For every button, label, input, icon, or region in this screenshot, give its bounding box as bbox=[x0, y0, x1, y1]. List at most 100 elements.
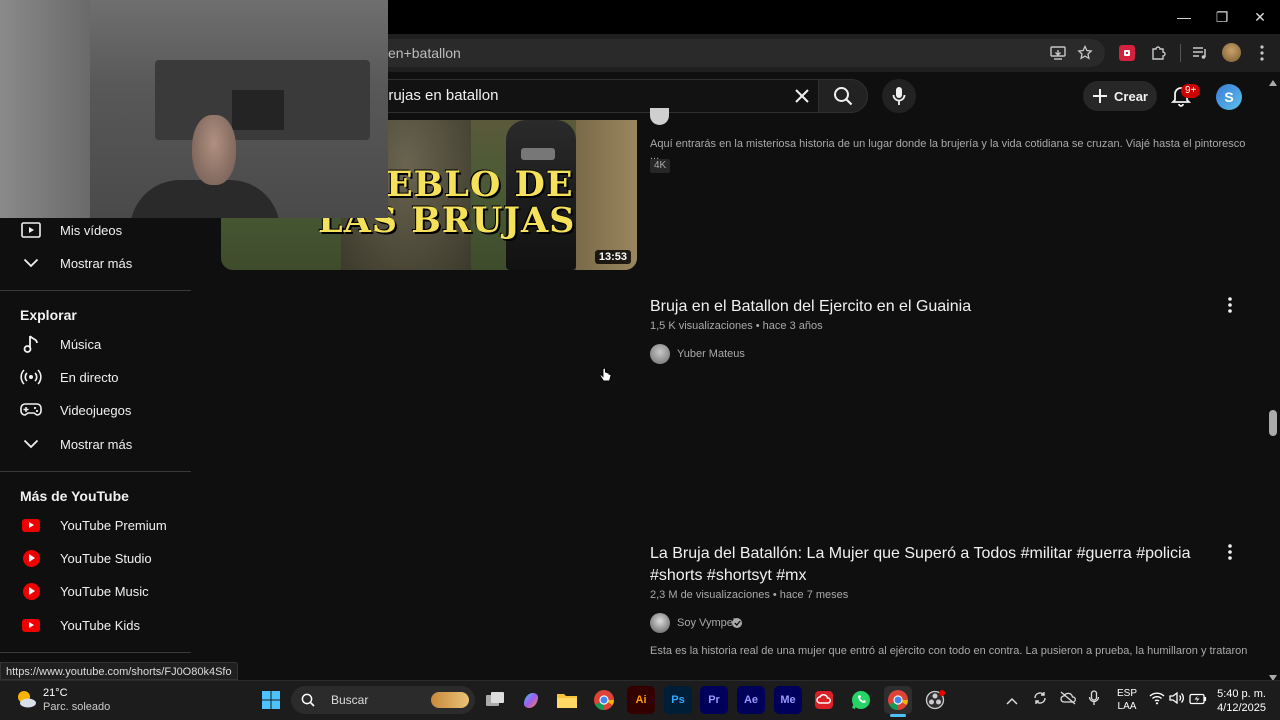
chrome-menu-icon[interactable] bbox=[1251, 42, 1273, 64]
sidebar-item-gaming[interactable]: Videojuegos bbox=[0, 394, 205, 426]
wifi-icon[interactable] bbox=[1149, 691, 1165, 710]
thumbnail-belt bbox=[521, 148, 555, 160]
file-explorer-icon[interactable] bbox=[553, 686, 581, 714]
extensions-puzzle-icon[interactable] bbox=[1147, 42, 1169, 64]
search-button[interactable] bbox=[818, 79, 868, 113]
clear-search-icon[interactable] bbox=[790, 84, 814, 108]
verified-check-icon bbox=[732, 618, 742, 628]
channel-name-2[interactable]: Yuber Mateus bbox=[677, 348, 745, 360]
close-window-button[interactable]: ✕ bbox=[1241, 0, 1279, 34]
media-encoder-icon[interactable]: Me bbox=[774, 686, 802, 714]
sidebar-item-label: Música bbox=[60, 336, 102, 352]
input-language[interactable]: ESP LAA bbox=[1117, 687, 1137, 713]
weather-sun-icon[interactable] bbox=[15, 688, 37, 710]
sidebar-show-more-2[interactable]: Mostrar más bbox=[0, 428, 205, 460]
chevron-down-icon bbox=[20, 433, 42, 455]
scroll-up-arrow-icon[interactable] bbox=[1268, 74, 1278, 92]
extension-red-icon[interactable] bbox=[1116, 42, 1138, 64]
sidebar-item-label: Videojuegos bbox=[60, 402, 132, 418]
quality-badge-4k: 4K bbox=[650, 159, 671, 173]
search-highlight-image bbox=[431, 692, 469, 708]
after-effects-icon[interactable]: Ae bbox=[737, 686, 765, 714]
hand-cursor-icon bbox=[599, 367, 612, 388]
media-queue-icon[interactable] bbox=[1189, 42, 1211, 64]
video-title-3-line-1[interactable]: La Bruja del Batallón: La Mujer que Supe… bbox=[650, 543, 1210, 565]
thumbnail-tree-trunk bbox=[576, 120, 637, 270]
sidebar-item-youtube-studio[interactable]: YouTube Studio bbox=[0, 542, 205, 574]
input-language-layout: LAA bbox=[1117, 701, 1137, 712]
taskbar-clock[interactable]: 5:40 p. m. 4/12/2025 bbox=[1214, 687, 1266, 715]
video-title-2[interactable]: Bruja en el Batallon del Ejercito en el … bbox=[650, 296, 1210, 318]
windows-start-icon[interactable] bbox=[257, 686, 285, 714]
minimize-button[interactable]: — bbox=[1165, 0, 1203, 34]
webcam-dark-object bbox=[232, 90, 284, 130]
webcam-overlay bbox=[0, 0, 388, 218]
photoshop-icon[interactable]: Ps bbox=[664, 686, 692, 714]
gamepad-icon bbox=[20, 399, 42, 421]
chrome-icon[interactable] bbox=[590, 686, 618, 714]
channel-name-3[interactable]: Soy Vympel bbox=[677, 617, 735, 629]
premiere-icon[interactable]: Pr bbox=[700, 686, 728, 714]
copilot-icon[interactable] bbox=[517, 686, 545, 714]
sidebar-item-youtube-kids[interactable]: YouTube Kids bbox=[0, 609, 205, 641]
tray-overflow-chevron-icon[interactable] bbox=[1006, 692, 1018, 710]
sidebar-item-youtube-music[interactable]: YouTube Music bbox=[0, 575, 205, 607]
restore-button[interactable]: ❐ bbox=[1203, 0, 1241, 34]
video-meta-3: 2,3 M de visualizaciones • hace 7 meses bbox=[650, 589, 849, 601]
youtube-kids-icon bbox=[20, 614, 42, 636]
whatsapp-icon[interactable] bbox=[847, 686, 875, 714]
search-input[interactable]: brujas en batallon bbox=[380, 87, 498, 104]
sidebar-item-youtube-premium[interactable]: YouTube Premium bbox=[0, 509, 205, 541]
create-button[interactable]: Crear bbox=[1083, 81, 1157, 111]
video-title-3-line-2[interactable]: #shorts #shortsyt #mx bbox=[650, 565, 1210, 587]
sidebar-divider bbox=[0, 290, 191, 291]
sidebar-item-my-videos[interactable]: Mis vídeos bbox=[0, 214, 205, 246]
account-avatar-letter: S bbox=[1224, 89, 1234, 105]
cloud-offline-icon[interactable] bbox=[1059, 690, 1077, 711]
video-duration: 13:53 bbox=[594, 250, 631, 264]
weather-temp[interactable]: 21°C bbox=[43, 687, 68, 699]
sidebar-item-label: Mostrar más bbox=[60, 436, 133, 452]
taskbar-search[interactable]: Buscar bbox=[291, 686, 475, 714]
illustrator-icon[interactable]: Ai bbox=[627, 686, 655, 714]
omnibox-url[interactable]: en+batallon bbox=[388, 45, 461, 61]
microphone-icon bbox=[892, 87, 906, 105]
play-square-icon bbox=[20, 219, 42, 241]
bookmark-star-icon[interactable] bbox=[1074, 42, 1096, 64]
voice-search-button[interactable] bbox=[882, 79, 916, 113]
channel-avatar-2[interactable] bbox=[650, 344, 670, 364]
link-preview-status: https://www.youtube.com/shorts/FJ0O80k4S… bbox=[0, 662, 238, 680]
more-actions-icon[interactable] bbox=[1220, 295, 1240, 315]
profile-avatar[interactable] bbox=[1222, 43, 1241, 62]
sync-icon[interactable] bbox=[1032, 690, 1048, 711]
youtube-studio-icon bbox=[20, 547, 42, 569]
sidebar-item-label: YouTube Studio bbox=[60, 550, 152, 566]
chrome-active-icon[interactable] bbox=[884, 686, 912, 714]
scrollbar-thumb[interactable] bbox=[1269, 410, 1277, 436]
task-view-icon[interactable] bbox=[481, 686, 509, 714]
toolbar-divider bbox=[1180, 44, 1181, 62]
sidebar-show-more-1[interactable]: Mostrar más bbox=[0, 247, 205, 279]
sidebar-item-live[interactable]: En directo bbox=[0, 361, 205, 393]
install-app-icon[interactable] bbox=[1047, 42, 1069, 64]
input-language-code: ESP bbox=[1117, 688, 1138, 699]
account-avatar[interactable]: S bbox=[1216, 84, 1242, 110]
notification-badge: 9+ bbox=[1181, 84, 1201, 98]
page-scrollbar[interactable] bbox=[1266, 72, 1280, 680]
creative-cloud-icon[interactable] bbox=[810, 686, 838, 714]
weather-desc[interactable]: Parc. soleado bbox=[43, 701, 110, 713]
chevron-down-icon bbox=[20, 252, 42, 274]
channel-avatar-3[interactable] bbox=[650, 613, 670, 633]
volume-icon[interactable] bbox=[1169, 691, 1185, 710]
video-meta-2: 1,5 K visualizaciones • hace 3 años bbox=[650, 320, 823, 332]
search-icon bbox=[301, 693, 315, 707]
sidebar-item-music[interactable]: Música bbox=[0, 328, 205, 360]
channel-avatar-partial[interactable] bbox=[650, 108, 669, 125]
obs-recording-icon[interactable] bbox=[921, 686, 949, 714]
microphone-icon[interactable] bbox=[1088, 690, 1100, 711]
sidebar-item-label: YouTube Premium bbox=[60, 517, 167, 533]
clock-time: 5:40 p. m. bbox=[1217, 688, 1266, 700]
more-actions-icon[interactable] bbox=[1220, 542, 1240, 562]
battery-charging-icon[interactable] bbox=[1189, 692, 1207, 710]
sidebar-section-more-youtube: Más de YouTube bbox=[20, 488, 129, 504]
